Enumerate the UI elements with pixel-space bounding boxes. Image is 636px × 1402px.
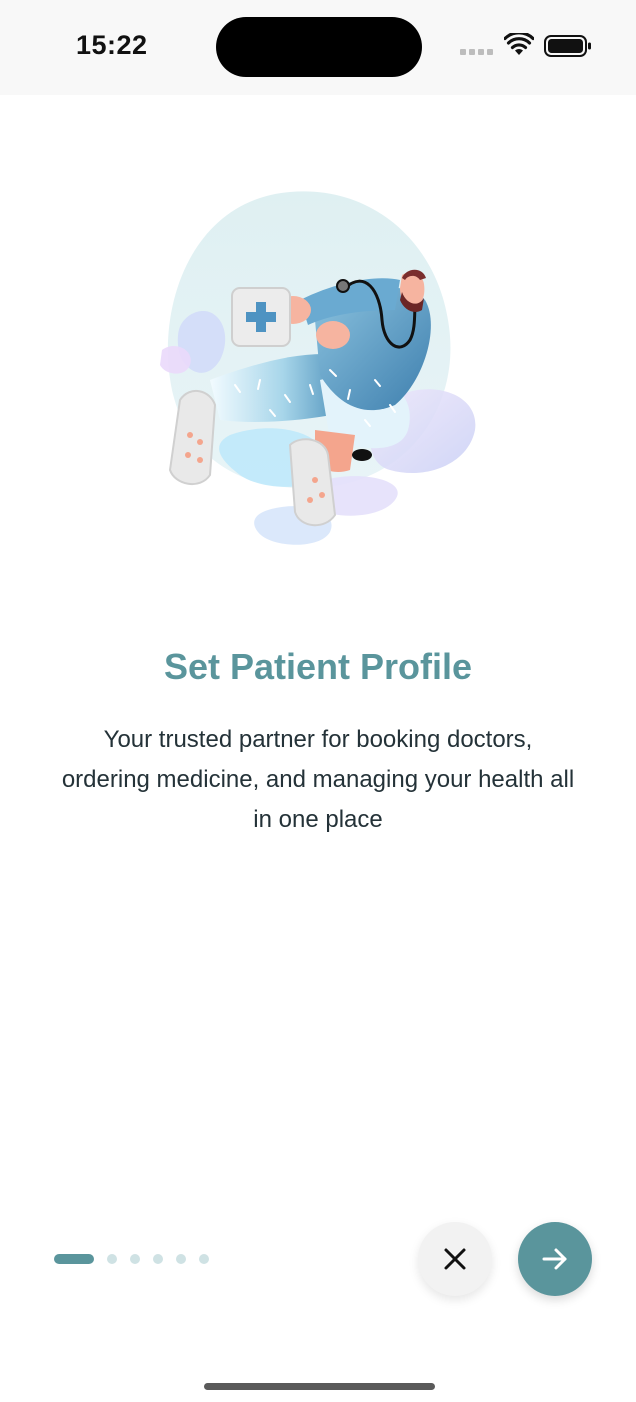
page-dot-4 <box>153 1254 163 1264</box>
onboarding-title: Set Patient Profile <box>163 646 473 687</box>
home-indicator[interactable] <box>204 1383 435 1390</box>
battery-icon <box>544 35 591 57</box>
onboarding-description: Your trusted partner for booking doctors… <box>61 726 575 833</box>
doctor-illustration <box>160 191 476 545</box>
wifi-icon <box>504 33 534 55</box>
next-button[interactable] <box>518 1222 592 1296</box>
page-dot-2 <box>107 1254 117 1264</box>
page-dot-6 <box>199 1254 209 1264</box>
page-dot-3 <box>130 1254 140 1264</box>
status-time: 15:22 <box>76 30 148 60</box>
page-dot-5 <box>176 1254 186 1264</box>
cellular-signal-icon <box>460 49 494 57</box>
page-dot-1-active <box>54 1254 94 1264</box>
close-icon <box>444 1248 466 1270</box>
status-bar: 15:22 <box>0 0 636 95</box>
arrow-right-icon <box>542 1248 567 1270</box>
skip-close-button[interactable] <box>418 1222 492 1296</box>
dynamic-island <box>216 17 422 77</box>
